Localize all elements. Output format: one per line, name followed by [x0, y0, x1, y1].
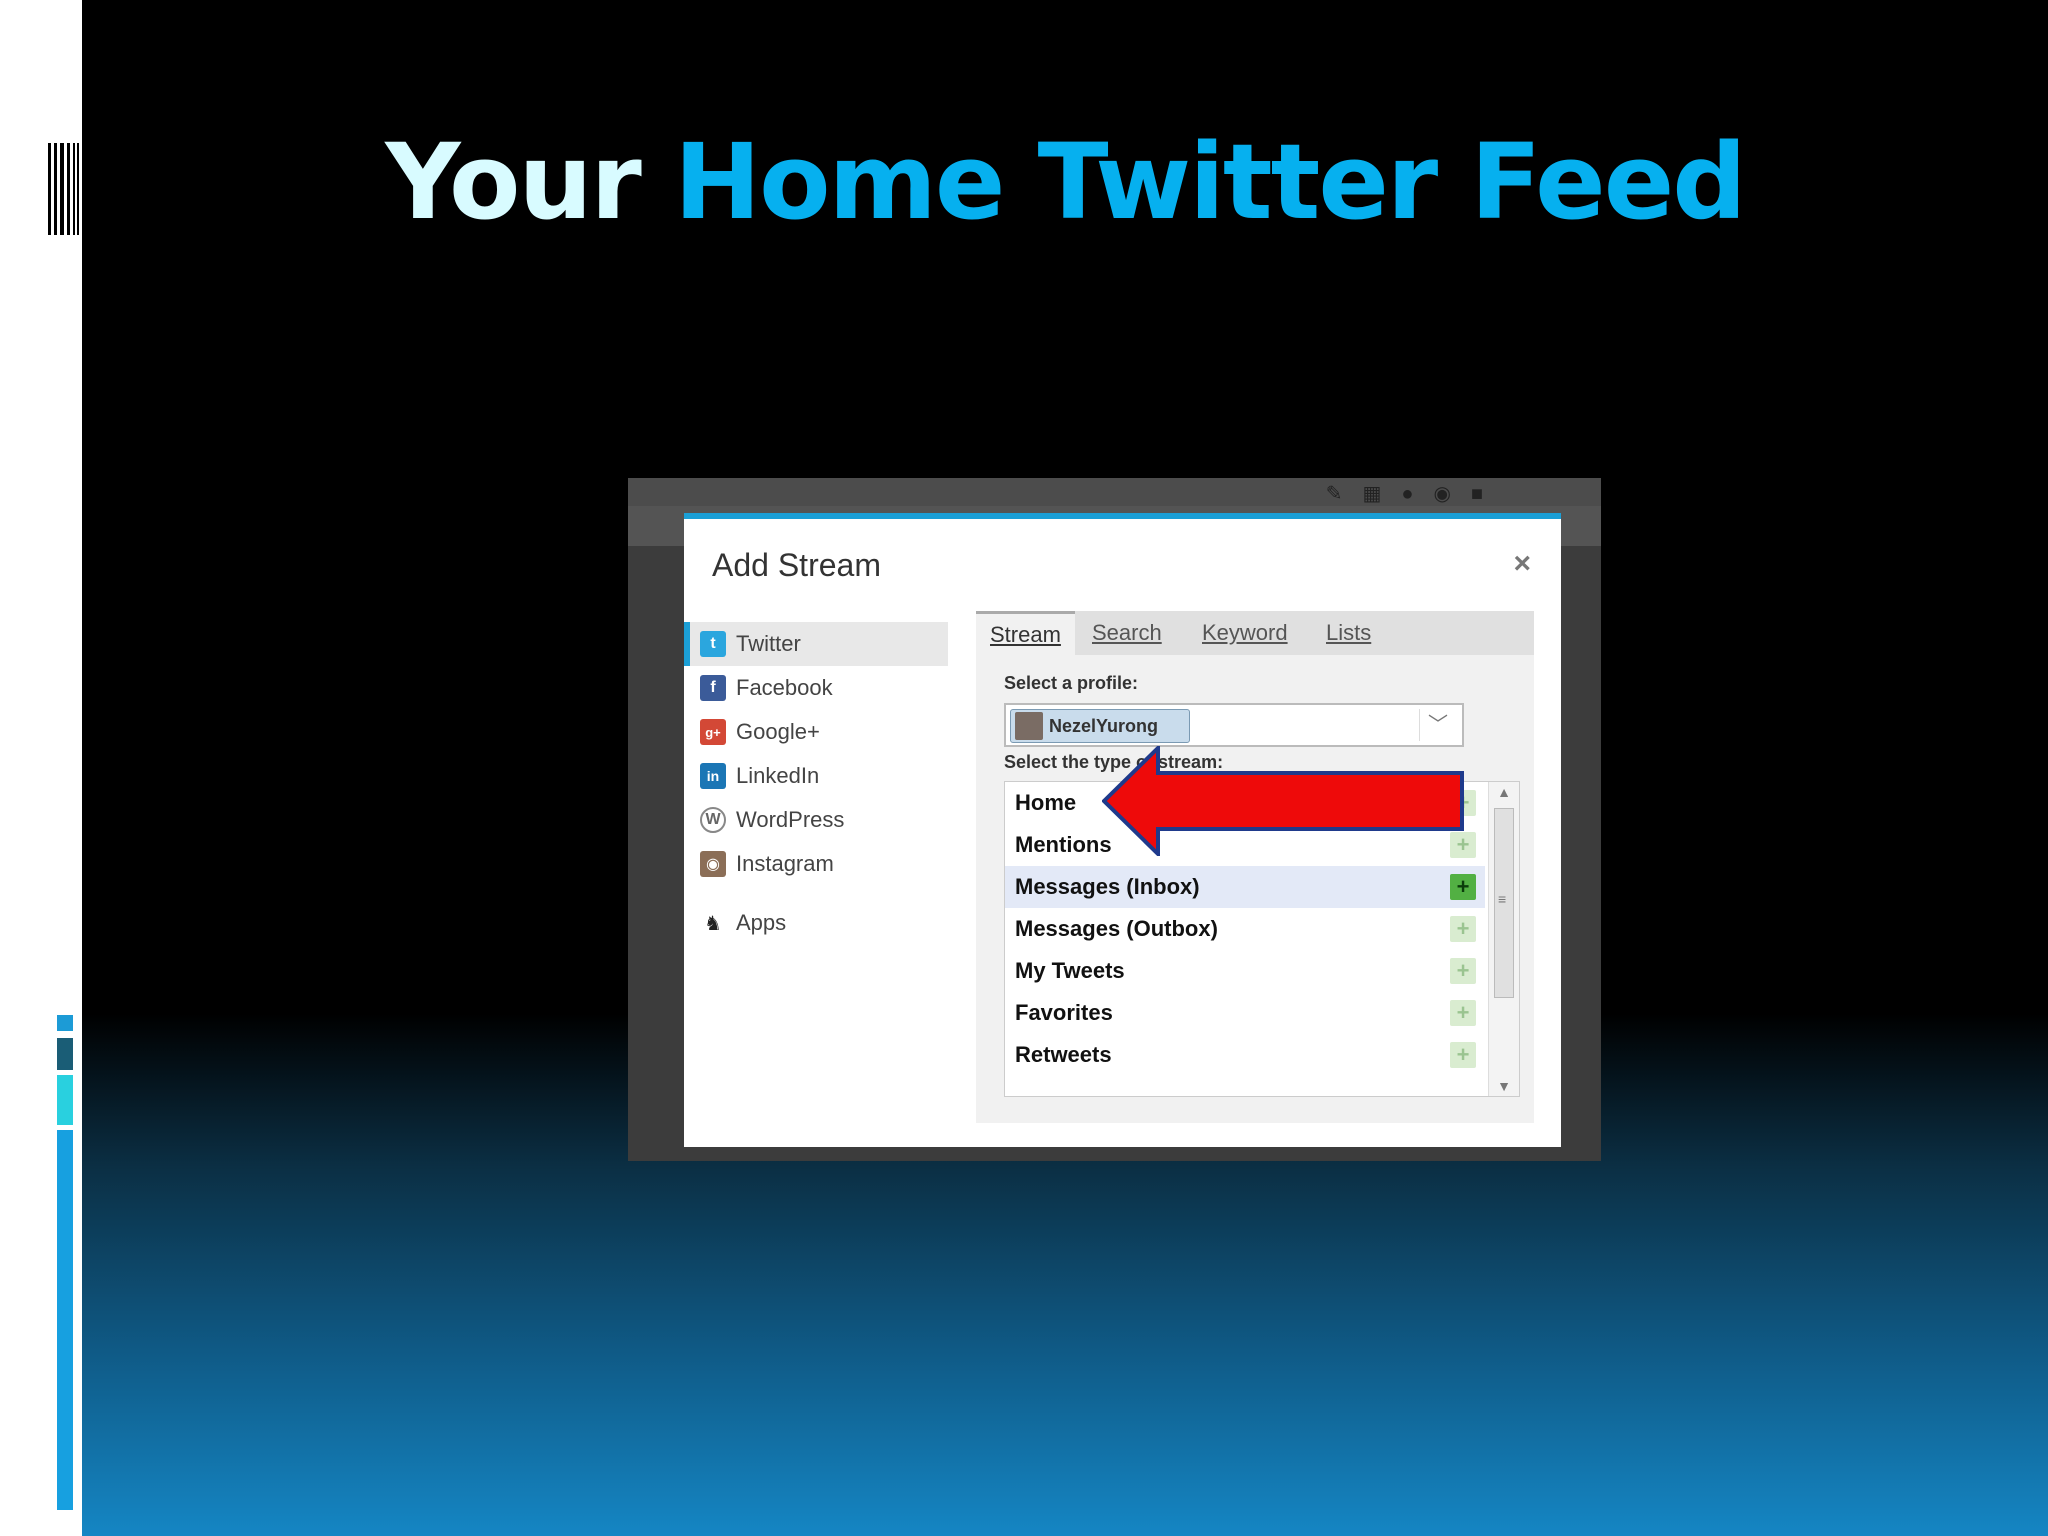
sidebar-item-label: Instagram [736, 851, 834, 876]
add-stream-icon[interactable]: + [1450, 916, 1476, 942]
barcode-stripes-decoration [48, 143, 82, 235]
stream-type-label: Home [1015, 790, 1077, 815]
stream-tabs: Stream Search Keyword Lists [976, 611, 1534, 658]
sidebar-item-wordpress[interactable]: W WordPress [684, 798, 948, 842]
add-stream-icon[interactable]: + [1450, 874, 1476, 900]
facebook-icon: f [700, 675, 726, 701]
deco-bar [57, 1075, 73, 1125]
tab-stream[interactable]: Stream [976, 611, 1075, 658]
sidebar-item-label: Google+ [736, 719, 820, 744]
lock-icon[interactable]: ■ [1471, 483, 1503, 505]
google-plus-icon: g+ [700, 719, 726, 745]
wordpress-icon: W [700, 807, 726, 833]
sidebar-item-google-plus[interactable]: g+ Google+ [684, 710, 948, 754]
avatar [1015, 712, 1043, 740]
profile-chip: NezelYurong [1010, 709, 1190, 743]
paperclip-icon[interactable]: ✎ [1326, 483, 1363, 505]
deco-bar [57, 1015, 73, 1031]
tab-lists[interactable]: Lists [1312, 611, 1385, 655]
list-item[interactable]: Favorites + [1005, 992, 1485, 1034]
chevron-down-icon[interactable]: ﹀ [1419, 709, 1456, 741]
sidebar-item-instagram[interactable]: ◉ Instagram [684, 842, 948, 886]
close-icon[interactable]: × [1513, 547, 1531, 581]
sidebar-item-twitter[interactable]: t Twitter [684, 622, 948, 666]
calendar-icon[interactable]: ▦ [1362, 483, 1401, 505]
list-item[interactable]: Retweets + [1005, 1034, 1485, 1076]
scroll-thumb[interactable]: ≡ [1494, 808, 1514, 998]
sidebar-item-label: Facebook [736, 675, 833, 700]
left-decoration-strip [0, 0, 82, 1536]
scroll-up-icon[interactable]: ▲ [1489, 784, 1519, 800]
stream-type-label: Messages (Inbox) [1015, 874, 1200, 899]
twitter-icon: t [700, 631, 726, 657]
sidebar-item-linkedin[interactable]: in LinkedIn [684, 754, 948, 798]
add-stream-icon[interactable]: + [1450, 1042, 1476, 1068]
compose-toolbar: ✎▦●◉■ [628, 478, 1601, 506]
slide-title-part1: Your [385, 121, 642, 243]
sidebar-item-label: Apps [736, 910, 787, 935]
slide-title-part2: Home Twitter Feed [674, 121, 1747, 243]
scroll-down-icon[interactable]: ▼ [1489, 1078, 1519, 1094]
slide-title: Your Home Twitter Feed [82, 130, 2048, 234]
stream-panel: Stream Search Keyword Lists Select a pro… [976, 611, 1534, 1123]
owl-icon: ♞ [700, 910, 726, 936]
list-scrollbar[interactable]: ▲ ≡ ▼ [1488, 782, 1519, 1096]
deco-bar [57, 1130, 73, 1510]
stream-type-label: Favorites [1015, 1000, 1113, 1025]
globe-icon[interactable]: ◉ [1433, 483, 1470, 505]
profile-name: NezelYurong [1049, 715, 1159, 736]
tab-keyword[interactable]: Keyword [1188, 611, 1302, 655]
list-item[interactable]: Messages (Outbox) + [1005, 908, 1485, 950]
list-item[interactable]: Messages (Inbox) + [1005, 866, 1485, 908]
profile-select[interactable]: NezelYurong ﹀ [1004, 703, 1464, 747]
deco-bar [57, 1038, 73, 1070]
stream-type-label: Messages (Outbox) [1015, 916, 1218, 941]
grip-icon: ≡ [1498, 891, 1507, 907]
sidebar-item-label: LinkedIn [736, 763, 820, 788]
add-stream-icon[interactable]: + [1450, 958, 1476, 984]
red-arrow-annotation [1102, 746, 1464, 856]
toolbar-icons: ✎▦●◉■ [1326, 481, 1503, 506]
profile-label: Select a profile: [1004, 673, 1139, 693]
stream-type-label: Mentions [1015, 832, 1112, 857]
tab-search[interactable]: Search [1078, 611, 1176, 655]
add-stream-icon[interactable]: + [1450, 1000, 1476, 1026]
linkedin-icon: in [700, 763, 726, 789]
dialog-title: Add Stream [712, 547, 881, 583]
sidebar-item-label: WordPress [736, 807, 845, 832]
list-item[interactable]: My Tweets + [1005, 950, 1485, 992]
stream-type-label: My Tweets [1015, 958, 1125, 983]
sidebar-item-label: Twitter [736, 631, 801, 656]
location-pin-icon[interactable]: ● [1401, 483, 1433, 505]
stream-type-label: Retweets [1015, 1042, 1112, 1067]
slide: Your Home Twitter Feed ✎▦●◉■ Add Stream … [82, 0, 2048, 1536]
sidebar-item-facebook[interactable]: f Facebook [684, 666, 948, 710]
instagram-icon: ◉ [700, 851, 726, 877]
sidebar-item-apps[interactable]: ♞ Apps [684, 901, 948, 945]
network-sidebar: t Twitter f Facebook g+ Google+ in Linke… [684, 622, 948, 945]
